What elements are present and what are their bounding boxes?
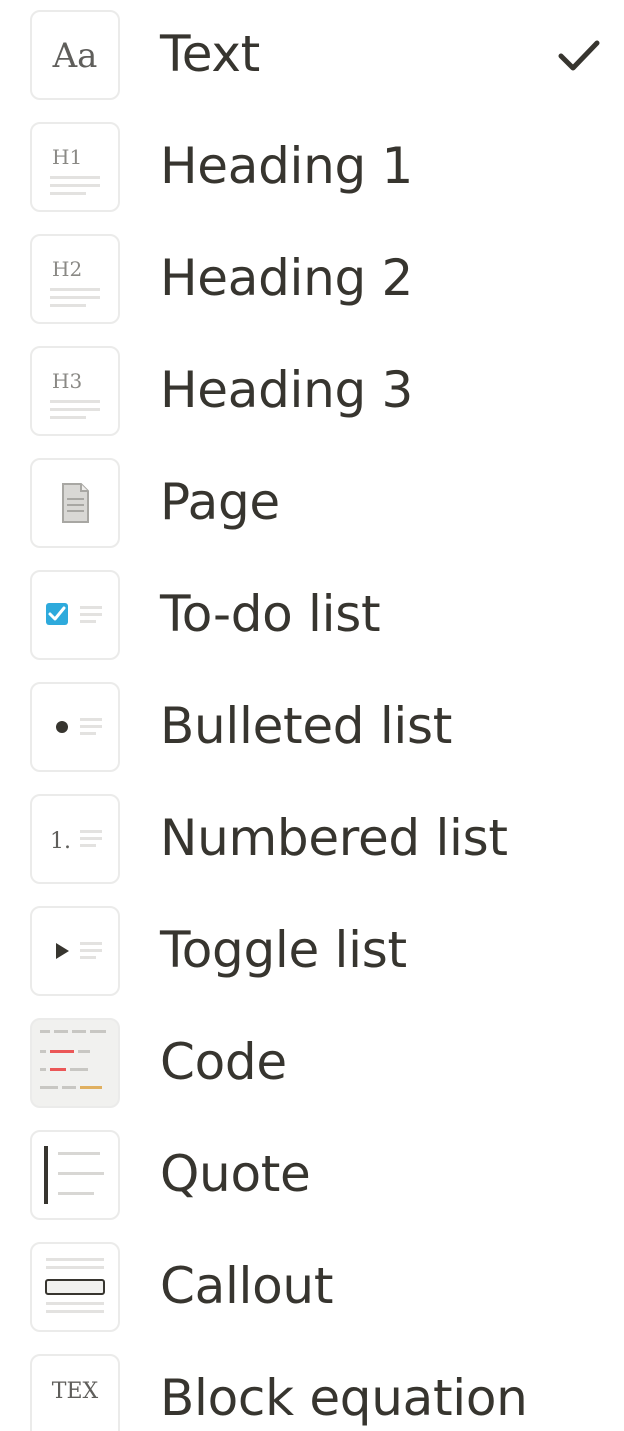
menu-item-todo-list[interactable]: To-do list (0, 560, 624, 672)
menu-item-heading-2[interactable]: H2 Heading 2 (0, 224, 624, 336)
menu-item-label: Toggle list (160, 921, 407, 979)
menu-item-label: Text (160, 25, 260, 83)
heading-3-icon: H3 (30, 346, 120, 436)
menu-item-text[interactable]: Aa Text (0, 0, 624, 112)
menu-item-callout[interactable]: Callout (0, 1232, 624, 1344)
heading-2-icon: H2 (30, 234, 120, 324)
menu-item-label: Page (160, 473, 280, 531)
quote-icon (30, 1130, 120, 1220)
code-icon (30, 1018, 120, 1108)
menu-item-heading-3[interactable]: H3 Heading 3 (0, 336, 624, 448)
menu-item-numbered-list[interactable]: 1. Numbered list (0, 784, 624, 896)
svg-text:TEX: TEX (52, 1379, 99, 1404)
menu-item-label: Quote (160, 1145, 311, 1203)
text-aa-icon: Aa (30, 10, 120, 100)
menu-item-heading-1[interactable]: H1 Heading 1 (0, 112, 624, 224)
menu-item-label: Heading 3 (160, 361, 414, 419)
menu-item-bulleted-list[interactable]: Bulleted list (0, 672, 624, 784)
menu-item-code[interactable]: Code (0, 1008, 624, 1120)
todo-checkbox-icon (30, 570, 120, 660)
heading-1-icon: H1 (30, 122, 120, 212)
svg-text:Aa: Aa (52, 36, 98, 76)
menu-item-label: Numbered list (160, 809, 508, 867)
menu-item-toggle-list[interactable]: Toggle list (0, 896, 624, 1008)
menu-item-label: Callout (160, 1257, 334, 1315)
menu-item-block-equation[interactable]: TEX Block equation (0, 1344, 624, 1431)
svg-text:H3: H3 (52, 369, 82, 393)
menu-item-label: Block equation (160, 1369, 528, 1427)
callout-icon (30, 1242, 120, 1332)
svg-text:H2: H2 (52, 257, 82, 281)
tex-equation-icon: TEX (30, 1354, 120, 1431)
svg-text:H1: H1 (52, 145, 82, 169)
menu-item-quote[interactable]: Quote (0, 1120, 624, 1232)
menu-item-label: Heading 1 (160, 137, 414, 195)
checkmark-icon (556, 36, 602, 76)
menu-item-label: Code (160, 1033, 287, 1091)
toggle-triangle-icon (30, 906, 120, 996)
svg-text:1.: 1. (50, 829, 71, 854)
numbered-list-icon: 1. (30, 794, 120, 884)
block-type-menu: Aa Text H1 Heading 1 H2 Heading 2 H3 Hea… (0, 0, 624, 1431)
menu-item-label: To-do list (160, 585, 381, 643)
menu-item-label: Bulleted list (160, 697, 453, 755)
page-icon (30, 458, 120, 548)
bullet-list-icon (30, 682, 120, 772)
menu-item-page[interactable]: Page (0, 448, 624, 560)
menu-item-label: Heading 2 (160, 249, 414, 307)
